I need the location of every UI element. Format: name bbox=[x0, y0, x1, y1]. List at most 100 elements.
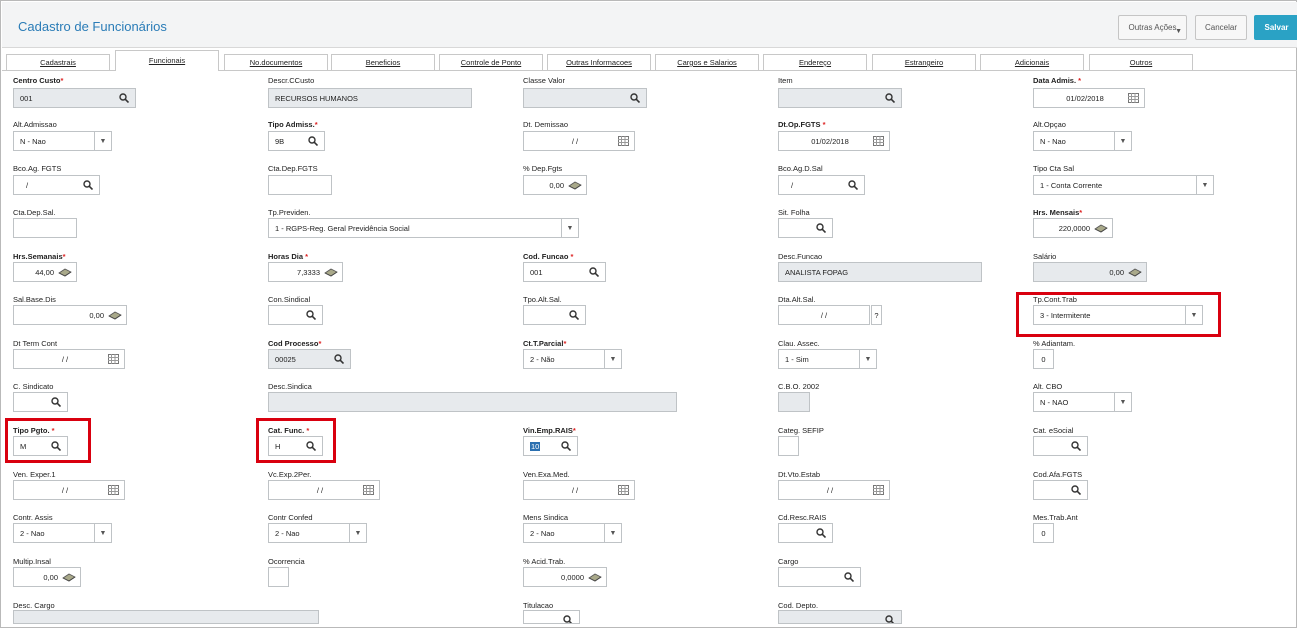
search-icon[interactable] bbox=[1070, 440, 1082, 452]
sit-folha-input[interactable] bbox=[778, 218, 833, 238]
calculator-icon[interactable] bbox=[324, 266, 338, 278]
search-icon[interactable] bbox=[562, 614, 574, 623]
mens-sindica-select[interactable]: 2 - Nao ▼ bbox=[523, 523, 622, 543]
bco-ag-d-sal-input[interactable]: / bbox=[778, 175, 865, 195]
classe-valor-input[interactable] bbox=[523, 88, 647, 108]
pct-acid-trab-input[interactable]: 0,0000 bbox=[523, 567, 607, 587]
mes-trab-ant-input[interactable]: 0 bbox=[1033, 523, 1054, 543]
con-sindical-input[interactable] bbox=[268, 305, 323, 325]
bco-ag-fgts-input[interactable]: / bbox=[13, 175, 100, 195]
help-button[interactable]: ? bbox=[871, 305, 882, 325]
contr-assis-select[interactable]: 2 - Nao ▼ bbox=[13, 523, 112, 543]
chevron-down-icon[interactable]: ▼ bbox=[349, 524, 366, 542]
tipo-admiss-input[interactable]: 9B bbox=[268, 131, 325, 151]
hrs-semanais-input[interactable]: 44,00 bbox=[13, 262, 77, 282]
search-icon[interactable] bbox=[847, 179, 859, 191]
cod-afa-fgts-input[interactable] bbox=[1033, 480, 1088, 500]
calendar-icon[interactable] bbox=[617, 135, 629, 147]
search-icon[interactable] bbox=[305, 309, 317, 321]
sal-base-dis-input[interactable]: 0,00 bbox=[13, 305, 127, 325]
data-admis-input[interactable]: 01/02/2018 bbox=[1033, 88, 1145, 108]
chevron-down-icon[interactable]: ▼ bbox=[94, 524, 111, 542]
horas-dia-input[interactable]: 7,3333 bbox=[268, 262, 343, 282]
dt-vto-estab-input[interactable]: / / bbox=[778, 480, 890, 500]
cod-funcao-input[interactable]: 001 bbox=[523, 262, 606, 282]
search-icon[interactable] bbox=[118, 92, 130, 104]
vin-emp-rais-input[interactable]: 10 bbox=[523, 436, 578, 456]
calculator-icon[interactable] bbox=[1128, 266, 1142, 278]
search-icon[interactable] bbox=[307, 135, 319, 147]
tab-estrangeiro[interactable]: Estrangeiro bbox=[872, 54, 976, 70]
calculator-icon[interactable] bbox=[62, 571, 76, 583]
search-icon[interactable] bbox=[333, 353, 345, 365]
calculator-icon[interactable] bbox=[58, 266, 72, 278]
chevron-down-icon[interactable]: ▼ bbox=[604, 350, 621, 368]
cancel-button[interactable]: Cancelar bbox=[1195, 15, 1247, 40]
tipo-cta-sal-select[interactable]: 1 - Conta Corrente ▼ bbox=[1033, 175, 1214, 195]
tab-no-documentos[interactable]: No.documentos bbox=[224, 54, 328, 70]
calendar-icon[interactable] bbox=[872, 484, 884, 496]
ct-t-parcial-select[interactable]: 2 - Não ▼ bbox=[523, 349, 622, 369]
search-icon[interactable] bbox=[82, 179, 94, 191]
calendar-icon[interactable] bbox=[362, 484, 374, 496]
dt-term-cont-input[interactable]: / / bbox=[13, 349, 125, 369]
tab-endereco[interactable]: Endereço bbox=[763, 54, 867, 70]
search-icon[interactable] bbox=[629, 92, 641, 104]
pct-dep-fgts-input[interactable]: 0,00 bbox=[523, 175, 587, 195]
save-button[interactable]: Salvar bbox=[1254, 15, 1297, 40]
cd-resc-rais-input[interactable] bbox=[778, 523, 833, 543]
tab-cargos-e-salarios[interactable]: Cargos e Salarios bbox=[655, 54, 759, 70]
hrs-mensais-input[interactable]: 220,0000 bbox=[1033, 218, 1113, 238]
tab-beneficios[interactable]: Beneficios bbox=[331, 54, 435, 70]
cat-esocial-input[interactable] bbox=[1033, 436, 1088, 456]
search-icon[interactable] bbox=[815, 527, 827, 539]
cta-dep-sal-input[interactable] bbox=[13, 218, 77, 238]
tab-outros[interactable]: Outros bbox=[1089, 54, 1193, 70]
ven-exper-1-input[interactable]: / / bbox=[13, 480, 125, 500]
tab-controle-de-ponto[interactable]: Controle de Ponto bbox=[439, 54, 543, 70]
search-icon[interactable] bbox=[843, 571, 855, 583]
chevron-down-icon[interactable]: ▼ bbox=[561, 219, 578, 237]
ocorrencia-input[interactable] bbox=[268, 567, 289, 587]
tab-outras-informacoes[interactable]: Outras Informacoes bbox=[547, 54, 651, 70]
tab-funcionais[interactable]: Funcionais bbox=[115, 50, 219, 71]
centro-custo-input[interactable]: 001 bbox=[13, 88, 136, 108]
alt-opcao-select[interactable]: N - Nao ▼ bbox=[1033, 131, 1132, 151]
ven-exa-med-input[interactable]: / / bbox=[523, 480, 635, 500]
calculator-icon[interactable] bbox=[588, 571, 602, 583]
search-icon[interactable] bbox=[588, 266, 600, 278]
cta-dep-fgts-input[interactable] bbox=[268, 175, 332, 195]
search-icon[interactable] bbox=[815, 222, 827, 234]
c-sindicato-input[interactable] bbox=[13, 392, 68, 412]
dt-demissao-input[interactable]: / / bbox=[523, 131, 635, 151]
calculator-icon[interactable] bbox=[1094, 222, 1108, 234]
cod-depto-input[interactable] bbox=[778, 610, 902, 624]
salario-input[interactable]: 0,00 bbox=[1033, 262, 1147, 282]
vc-exp-2per-input[interactable]: / / bbox=[268, 480, 380, 500]
calendar-icon[interactable] bbox=[1127, 92, 1139, 104]
chevron-down-icon[interactable]: ▼ bbox=[1114, 132, 1131, 150]
calendar-icon[interactable] bbox=[107, 353, 119, 365]
categ-sefip-input[interactable] bbox=[778, 436, 799, 456]
tab-cadastrais[interactable]: Cadastrais bbox=[6, 54, 110, 70]
tp-previden-select[interactable]: 1 - RGPS-Reg. Geral Previdência Social ▼ bbox=[268, 218, 579, 238]
titulacao-input[interactable] bbox=[523, 610, 580, 624]
calendar-icon[interactable] bbox=[872, 135, 884, 147]
chevron-down-icon[interactable]: ▼ bbox=[859, 350, 876, 368]
clau-assec-select[interactable]: 1 - Sim ▼ bbox=[778, 349, 877, 369]
contr-confed-select[interactable]: 2 - Nao ▼ bbox=[268, 523, 367, 543]
cargo-input[interactable] bbox=[778, 567, 861, 587]
cod-processo-input[interactable]: 00025 bbox=[268, 349, 351, 369]
search-icon[interactable] bbox=[50, 396, 62, 408]
chevron-down-icon[interactable]: ▼ bbox=[604, 524, 621, 542]
chevron-down-icon[interactable]: ▼ bbox=[94, 132, 111, 150]
item-input[interactable] bbox=[778, 88, 902, 108]
alt-admissao-select[interactable]: N - Nao ▼ bbox=[13, 131, 112, 151]
search-icon[interactable] bbox=[568, 309, 580, 321]
outras-acoes-button[interactable]: Outras Ações ▼ bbox=[1118, 15, 1187, 40]
search-icon[interactable] bbox=[884, 92, 896, 104]
tab-adicionais[interactable]: Adicionais bbox=[980, 54, 1084, 70]
search-icon[interactable] bbox=[884, 614, 896, 623]
pct-adiantam-input[interactable]: 0 bbox=[1033, 349, 1054, 369]
dta-alt-sal-input[interactable]: / / bbox=[778, 305, 870, 325]
